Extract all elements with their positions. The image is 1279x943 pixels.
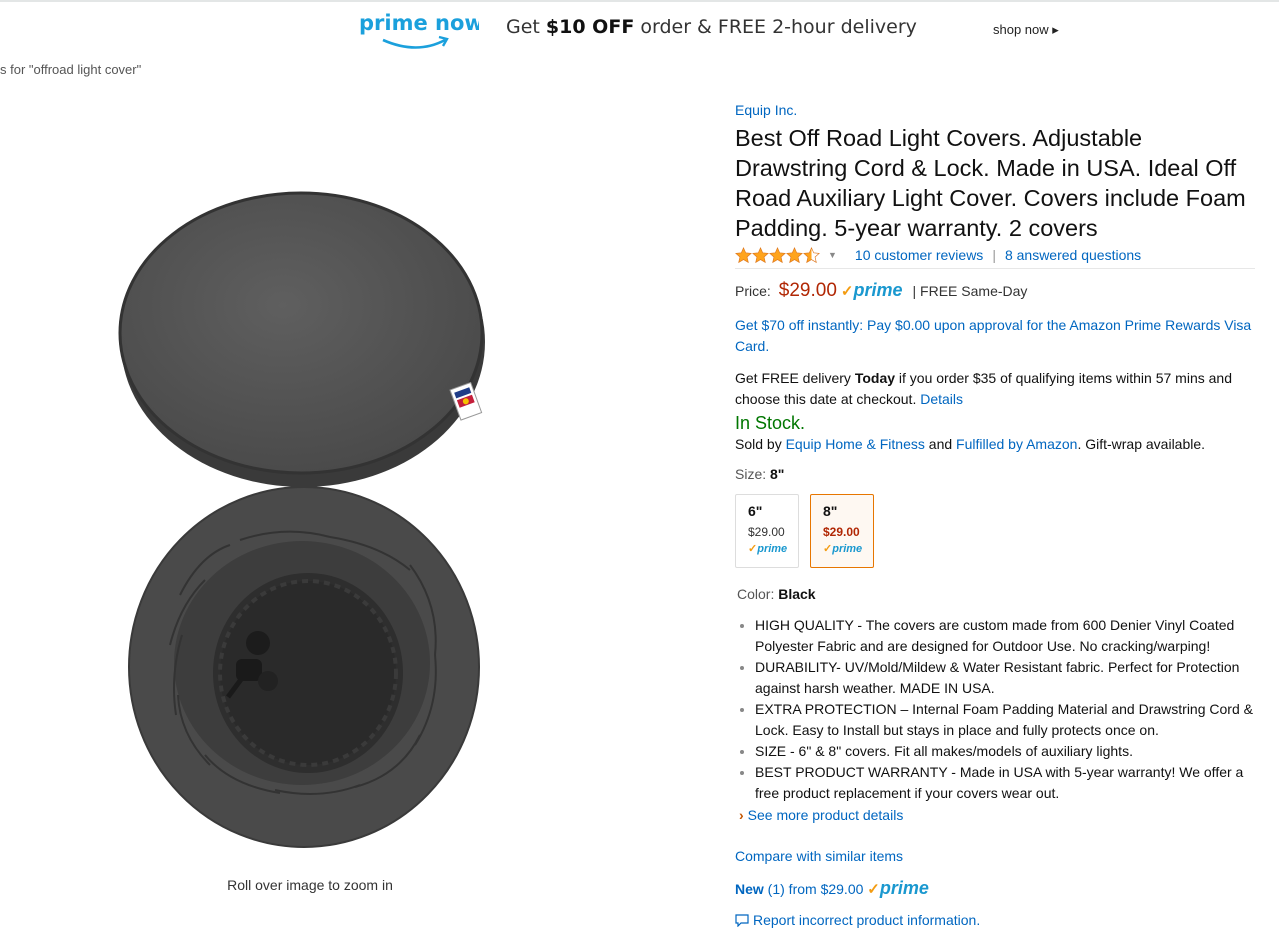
zoom-hint: Roll over image to zoom in (227, 877, 393, 893)
product-title: Best Off Road Light Covers. Adjustable D… (735, 125, 1246, 241)
star-full-icon (786, 246, 803, 263)
size-option-6[interactable]: 6" $29.00 ✓prime (735, 494, 799, 568)
smile-arrow-icon (382, 38, 446, 49)
color-label: Color: Black (737, 586, 816, 602)
product-image[interactable] (110, 125, 490, 865)
prime-check-icon: ✓ (867, 881, 880, 898)
stock-status: In Stock. (735, 413, 806, 433)
star-full-icon (769, 246, 786, 263)
product-details: Equip Inc. Best Off Road Light Covers. A… (735, 100, 1255, 931)
fulfilled-by-amazon-link[interactable]: Fulfilled by Amazon (956, 436, 1077, 452)
prime-logo-text: prime (879, 878, 929, 898)
product-image-svg (118, 191, 485, 848)
prime-now-banner[interactable]: prime now Get $10 OFF order & FREE 2-hou… (0, 4, 1279, 54)
customer-reviews-link[interactable]: 10 customer reviews (855, 245, 983, 266)
price-label: Price: (735, 283, 771, 299)
answered-questions-link[interactable]: 8 answered questions (1005, 245, 1141, 266)
banner-message: Get $10 OFF order & FREE 2-hour delivery (506, 16, 917, 38)
star-full-icon (752, 246, 769, 263)
prime-now-logo-text: prime now (359, 11, 479, 35)
card-promo-link[interactable]: Get $70 off instantly: Pay $0.00 upon ap… (735, 315, 1255, 357)
sold-by: Sold by Equip Home & Fitness and Fulfill… (735, 436, 1206, 452)
price-row: Price: $29.00 ✓ prime | FREE Same-Day (735, 280, 1255, 302)
free-same-day: | FREE Same-Day (912, 283, 1028, 299)
prime-badge[interactable]: ✓ prime (841, 280, 903, 302)
prime-now-logo: prime now (359, 11, 479, 49)
rating-separator: | (992, 246, 996, 263)
feature-bullet: EXTRA PROTECTION – Internal Foam Padding… (755, 699, 1255, 741)
delivery-details-link[interactable]: Details (920, 391, 963, 407)
prime-logo-text: prime (853, 280, 903, 300)
rating-dropdown-icon[interactable]: ▼ (828, 245, 837, 266)
top-border (0, 0, 1279, 2)
seller-link[interactable]: Equip Home & Fitness (786, 436, 925, 452)
rating-row: ▼ 10 customer reviews | 8 answered quest… (735, 244, 1255, 266)
brand-link[interactable]: Equip Inc. (735, 100, 1255, 121)
feature-bullets: HIGH QUALITY - The covers are custom mad… (735, 615, 1255, 804)
report-info-link[interactable]: Report incorrect product information. (735, 910, 1255, 931)
chevron-right-icon: › (739, 807, 744, 823)
cover-top-view (118, 191, 485, 487)
star-rating[interactable] (735, 246, 820, 264)
delivery-message: Get FREE delivery Today if you order $35… (735, 370, 1232, 407)
price-value: $29.00 (778, 280, 837, 301)
star-full-icon (735, 246, 752, 263)
prime-check-icon: ✓ (823, 543, 833, 555)
shop-now-link[interactable]: shop now ▸ (993, 22, 1059, 38)
prime-check-icon: ✓ (840, 283, 854, 300)
star-half-icon (803, 246, 820, 263)
compare-similar-link[interactable]: Compare with similar items (735, 846, 1255, 867)
banner-offer: $10 OFF (545, 16, 635, 38)
size-selected-value: 8" (770, 466, 785, 482)
speech-bubble-icon (735, 914, 749, 927)
color-value: Black (778, 586, 816, 602)
divider (735, 268, 1255, 269)
size-label: Size: 8" (735, 466, 785, 482)
feature-bullet: HIGH QUALITY - The covers are custom mad… (755, 615, 1255, 657)
cover-bottom-view (128, 486, 480, 848)
breadcrumb[interactable]: s for "offroad light cover" (0, 62, 141, 77)
delivery-today: Today (854, 370, 896, 386)
feature-bullet: SIZE - 6" & 8" covers. Fit all makes/mod… (755, 741, 1255, 762)
feature-bullet: BEST PRODUCT WARRANTY - Made in USA with… (755, 762, 1255, 804)
size-option-8[interactable]: 8" $29.00 ✓prime (810, 494, 874, 568)
feature-bullet: DURABILITY- UV/Mold/Mildew & Water Resis… (755, 657, 1255, 699)
prime-check-icon: ✓ (748, 543, 758, 555)
size-swatches: 6" $29.00 ✓prime 8" $29.00 ✓prime (735, 494, 1255, 568)
new-offers-link[interactable]: New (1) from $29.00 ✓prime (735, 878, 1255, 900)
see-more-details[interactable]: › See more product details (735, 805, 1255, 826)
